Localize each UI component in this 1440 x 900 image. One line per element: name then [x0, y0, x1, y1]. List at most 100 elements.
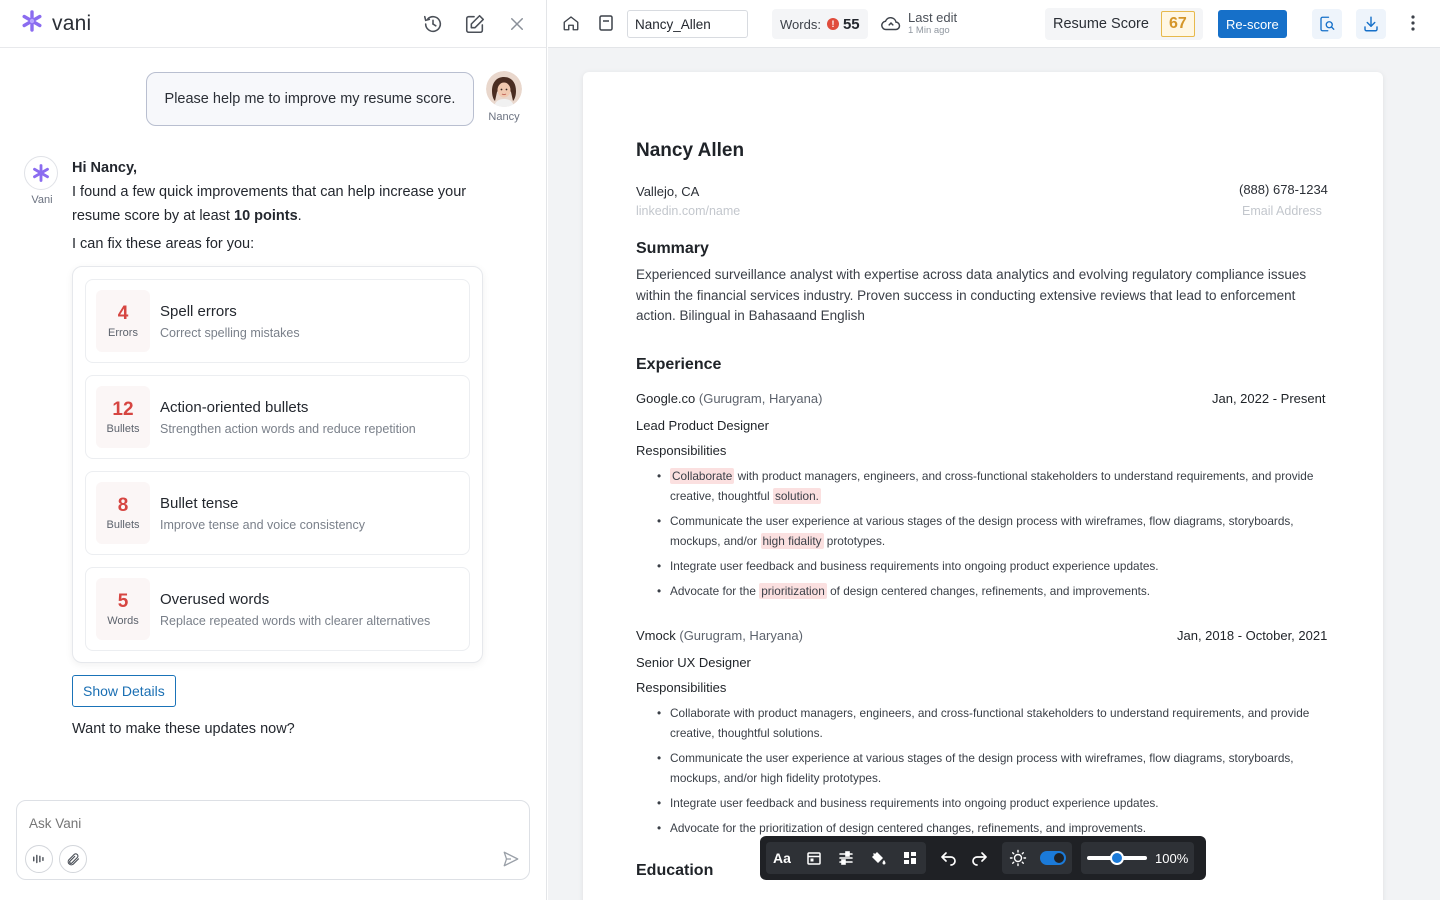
- vani-logo-icon: [20, 9, 44, 38]
- fix-title: Bullet tense: [160, 494, 239, 512]
- warning-icon: !: [826, 18, 839, 30]
- bullet-text: of design centered changes, refinements,…: [826, 584, 1151, 598]
- fix-unit: Bullets: [106, 519, 140, 531]
- job-role: Lead Product Designer: [636, 418, 769, 433]
- theme-toggle[interactable]: [1040, 851, 1066, 865]
- preview-icon[interactable]: [1312, 9, 1342, 39]
- resume-name: Nancy Allen: [636, 140, 745, 161]
- experience-heading: Experience: [636, 356, 722, 373]
- format-tools-group: Aa: [766, 842, 926, 874]
- resume-phone: (888) 678-1234: [1239, 182, 1328, 197]
- job-role: Senior UX Designer: [636, 655, 751, 670]
- user-name: Nancy: [488, 111, 520, 123]
- spell-highlight[interactable]: Collaborate: [670, 468, 735, 484]
- last-edit-time: 1 Min ago: [908, 25, 950, 36]
- more-options-icon[interactable]: [1410, 14, 1416, 32]
- job-location: (Gurugram, Haryana): [679, 628, 803, 643]
- bot-prompt: Want to make these updates now?: [72, 721, 295, 737]
- fix-description: Improve tense and voice consistency: [160, 517, 365, 532]
- undo-icon[interactable]: [938, 848, 958, 868]
- brand-name: vani: [52, 11, 92, 35]
- fix-count-box: 4 Errors: [96, 290, 150, 352]
- last-edit: Last edit 1 Min ago: [908, 10, 957, 37]
- fix-description: Replace repeated words with clearer alte…: [160, 613, 431, 628]
- ask-vani-input[interactable]: [29, 816, 509, 831]
- paint-bucket-icon[interactable]: [868, 848, 888, 868]
- resume-page[interactable]: Nancy Allen Vallejo, CA (888) 678-1234 l…: [583, 72, 1383, 900]
- fix-count-box: 8 Bullets: [96, 482, 150, 544]
- spell-highlight[interactable]: high fidality: [760, 533, 824, 549]
- bullet-item: Collaborate with product managers, engin…: [657, 466, 1327, 506]
- voice-input-icon[interactable]: [25, 845, 53, 873]
- file-name-field[interactable]: Nancy_Allen: [627, 10, 748, 38]
- fix-description: Strengthen action words and reduce repet…: [160, 421, 416, 436]
- vani-avatar: [24, 156, 58, 190]
- fix-item-spell-errors[interactable]: 4 Errors Spell errors Correct spelling m…: [85, 279, 470, 363]
- fix-count: 4: [117, 303, 129, 324]
- home-icon[interactable]: [562, 14, 580, 32]
- bullet-item: Collaborate with product managers, engin…: [657, 703, 1327, 743]
- job-company-name: Vmock: [636, 628, 676, 643]
- zoom-slider-handle[interactable]: [1110, 851, 1124, 865]
- job-location: (Gurugram, Haryana): [698, 391, 823, 406]
- fix-unit: Bullets: [106, 423, 140, 435]
- resume-score-value: 67: [1160, 11, 1195, 37]
- bullet-item: Advocate for the prioritization of desig…: [657, 818, 1327, 838]
- chat-header: vani: [0, 0, 546, 48]
- download-icon[interactable]: [1356, 9, 1386, 39]
- word-count[interactable]: Words: ! 55: [772, 9, 868, 39]
- resume-linkedin: linkedin.com/name: [636, 204, 741, 218]
- fix-count: 5: [117, 591, 129, 612]
- fix-count-box: 12 Bullets: [96, 386, 150, 448]
- fix-areas-card: 4 Errors Spell errors Correct spelling m…: [72, 266, 483, 663]
- bullet-text: Advocate for the: [670, 584, 760, 598]
- format-toolbar: Aa 100%: [760, 836, 1206, 880]
- zoom-level: 100%: [1155, 850, 1189, 866]
- bot-intro-bold: 10 points: [234, 208, 298, 224]
- bullet-item: Communicate the user experience at vario…: [657, 748, 1327, 788]
- education-heading: Education: [636, 862, 714, 879]
- words-count: 55: [842, 15, 860, 33]
- font-icon[interactable]: Aa: [772, 848, 792, 868]
- spell-highlight[interactable]: prioritization: [759, 583, 827, 599]
- new-chat-icon[interactable]: [464, 13, 486, 35]
- fix-areas-title: I can fix these areas for you:: [72, 236, 255, 252]
- brand: vani: [20, 9, 91, 38]
- bullet-item: Advocate for the prioritization of desig…: [657, 581, 1327, 601]
- words-label: Words:: [780, 16, 821, 32]
- spell-highlight[interactable]: solution.: [772, 488, 821, 504]
- bullet-text: with product managers, engineers, and cr…: [670, 469, 1314, 503]
- calendar-icon[interactable]: [804, 848, 824, 868]
- send-icon[interactable]: [497, 845, 525, 873]
- bot-intro: I found a few quick improvements that ca…: [72, 180, 492, 228]
- job-bullets: Collaborate with product managers, engin…: [657, 466, 1327, 606]
- fix-title: Spell errors: [160, 302, 237, 320]
- fix-item-bullet-tense[interactable]: 8 Bullets Bullet tense Improve tense and…: [85, 471, 470, 555]
- editor-toolbar: Nancy_Allen Words: ! 55 Last edit 1 Min …: [548, 0, 1440, 48]
- zoom-slider[interactable]: [1087, 851, 1147, 865]
- responsibilities-label: Responsibilities: [636, 443, 727, 458]
- job-dates: Jan, 2022 - Present: [1212, 391, 1326, 406]
- document-icon[interactable]: [599, 15, 613, 31]
- layout-grid-icon[interactable]: [900, 848, 920, 868]
- fix-count-box: 5 Words: [96, 578, 150, 640]
- show-details-button[interactable]: Show Details: [72, 675, 176, 707]
- redo-icon[interactable]: [970, 848, 990, 868]
- fix-item-overused-words[interactable]: 5 Words Overused words Replace repeated …: [85, 567, 470, 651]
- resume-score-label: Resume Score: [1053, 16, 1149, 32]
- rescore-button[interactable]: Re-score: [1218, 10, 1287, 38]
- bullet-item: Integrate user feedback and business req…: [657, 556, 1327, 576]
- history-icon[interactable]: [422, 13, 444, 35]
- fix-count: 12: [112, 399, 134, 420]
- attach-icon[interactable]: [59, 845, 87, 873]
- bullet-text: prototypes.: [823, 534, 886, 548]
- close-icon[interactable]: [506, 13, 528, 35]
- resume-score: Resume Score 67: [1045, 8, 1203, 40]
- summary-text: Experienced surveillance analyst with ex…: [636, 267, 1307, 323]
- last-edit-label: Last edit: [908, 10, 958, 25]
- job-dates: Jan, 2018 - October, 2021: [1177, 628, 1328, 643]
- fix-item-action-bullets[interactable]: 12 Bullets Action-oriented bullets Stren…: [85, 375, 470, 459]
- fix-unit: Words: [107, 615, 139, 627]
- spacing-icon[interactable]: [836, 848, 856, 868]
- job-company: Google.co (Gurugram, Haryana): [636, 391, 822, 406]
